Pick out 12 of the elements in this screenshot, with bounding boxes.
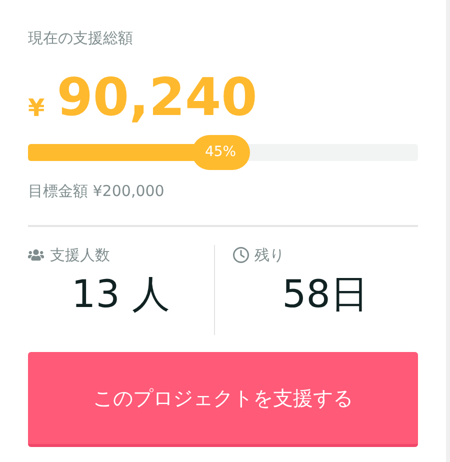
percent-badge: 45% [192,135,250,170]
goal-amount: 目標金額 ¥200,000 [28,181,164,201]
stat-label: 残り [254,245,284,265]
total-amount: 90,240 [56,70,258,126]
support-button[interactable]: このプロジェクトを支援する [28,352,418,447]
people-icon [28,247,44,263]
currency-symbol: ¥ [28,94,45,122]
clock-icon [232,247,248,263]
stat-value: 58日 [282,271,368,317]
section-title: 現在の支援総額 [28,28,133,48]
stat-label: 支援人数 [50,245,110,265]
stat-value: 13 人 [72,271,170,317]
